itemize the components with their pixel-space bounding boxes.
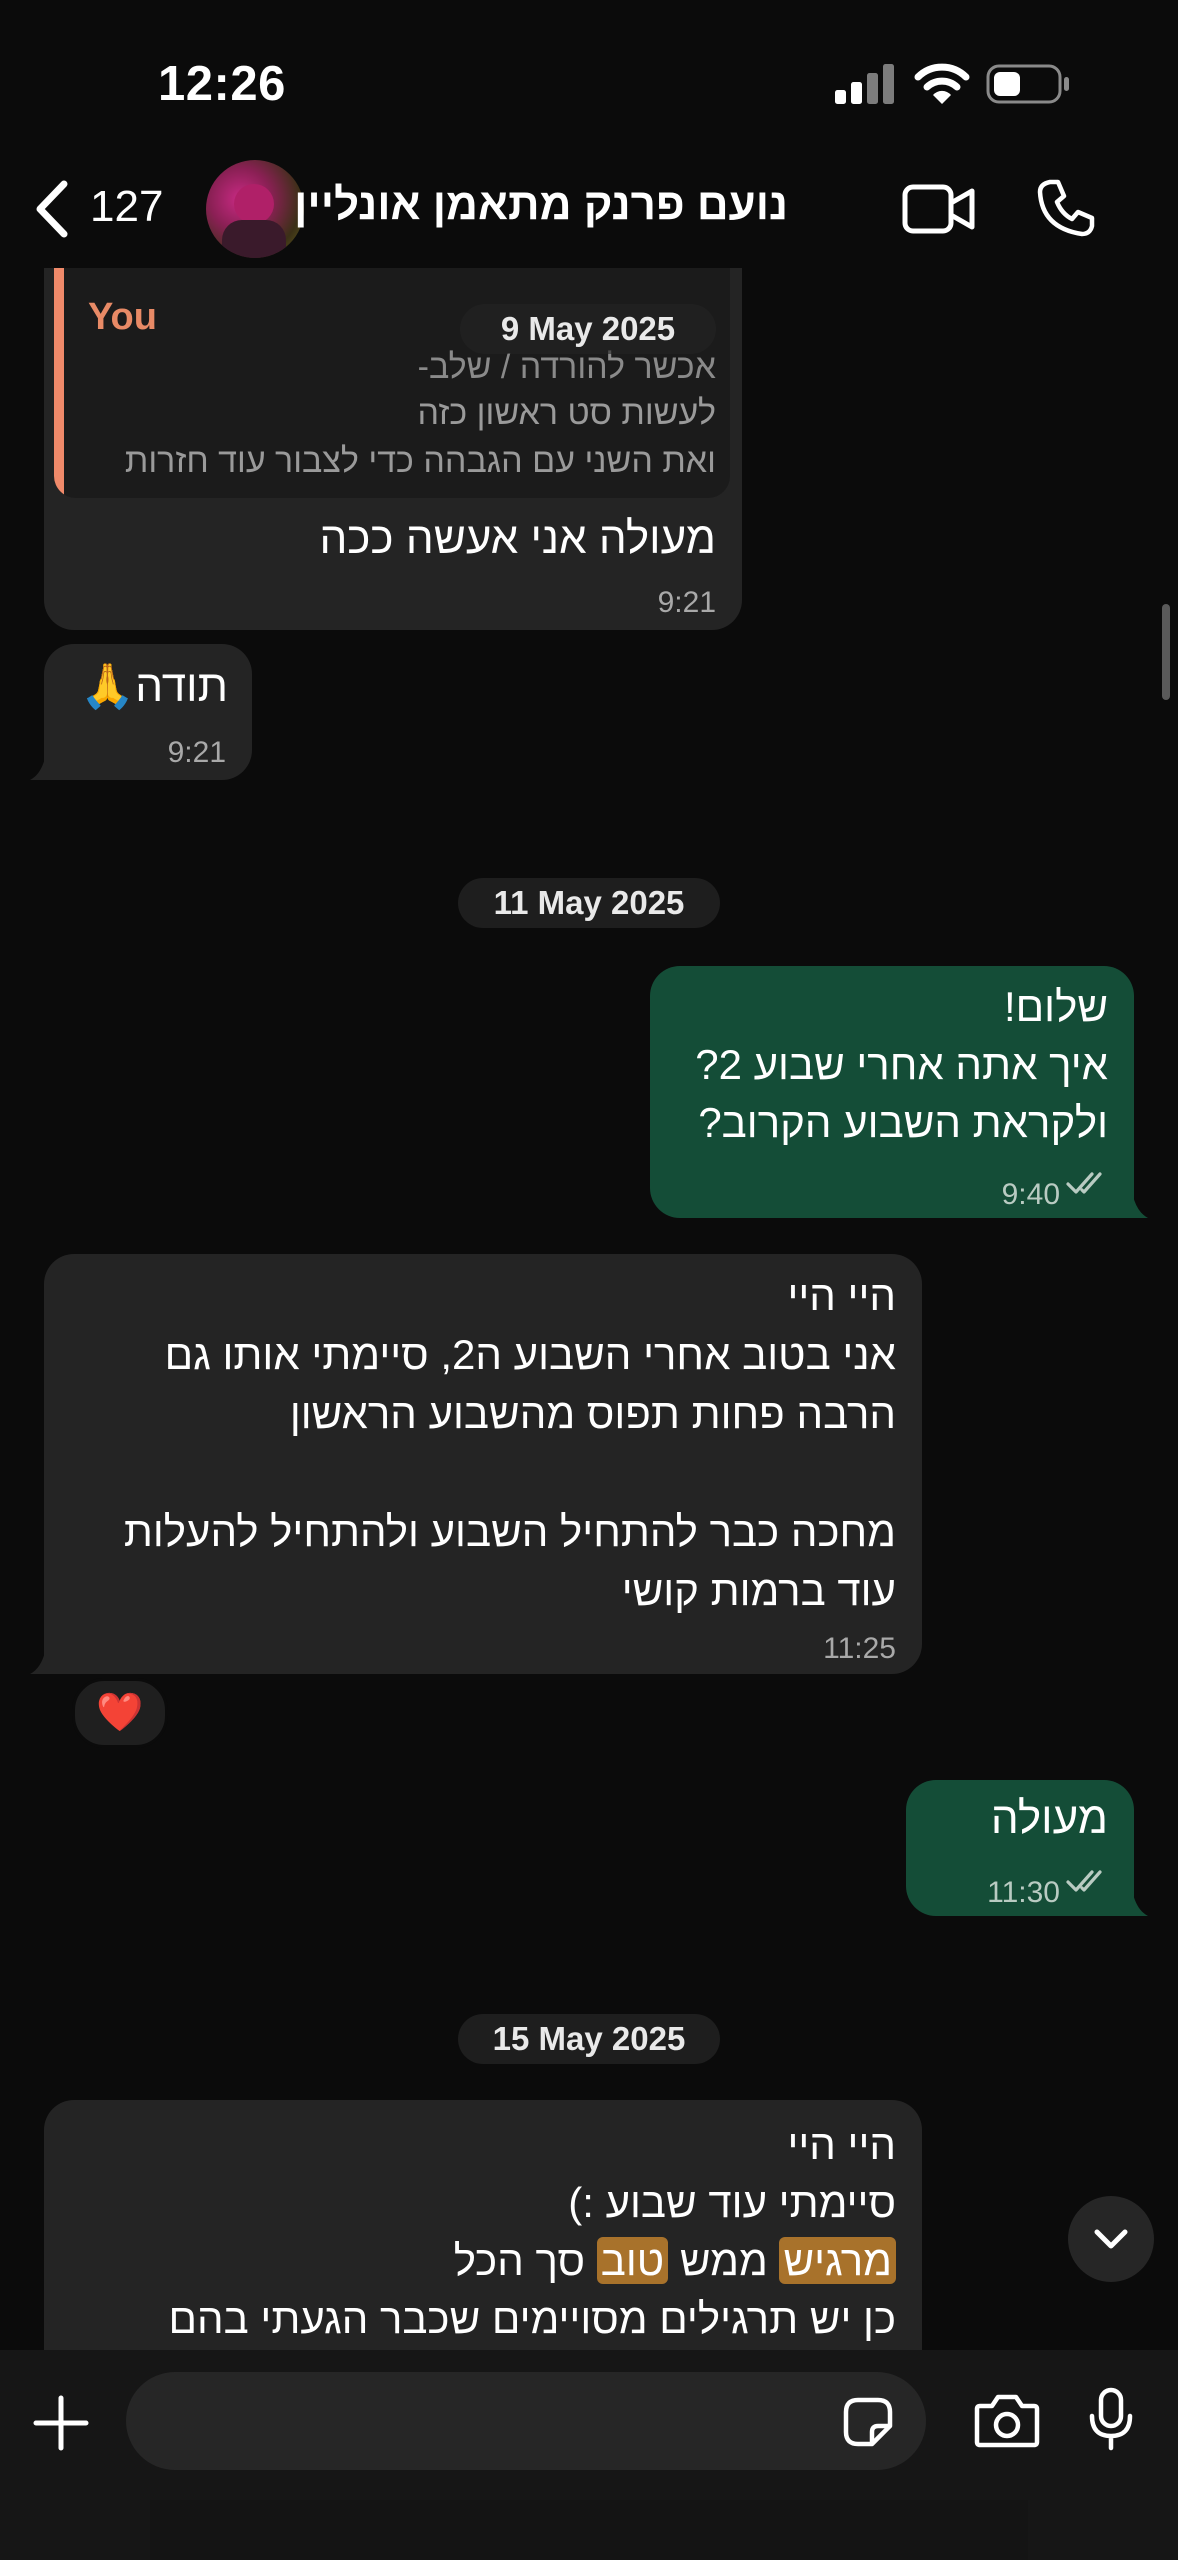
message-text-line: היי היי <box>787 2121 896 2168</box>
search-highlight: מרגיש <box>779 2237 896 2284</box>
message-time: 11:30 <box>987 1876 1060 1909</box>
read-receipt-icon <box>1066 1870 1102 1892</box>
message-time: 9:21 <box>167 736 226 769</box>
battery-icon <box>986 64 1069 104</box>
quote-accent-bar <box>54 268 64 498</box>
message-time: 9:21 <box>657 586 716 619</box>
message-text: מעולה <box>990 1794 1108 1843</box>
back-chevron-icon[interactable] <box>30 178 74 240</box>
phone-call-icon[interactable] <box>1036 178 1096 238</box>
avatar[interactable] <box>206 160 304 258</box>
composer-bar <box>0 2350 1178 2560</box>
date-separator: 15 May 2025 <box>458 2014 720 2064</box>
quoted-message[interactable]: You אכשר להורדה / שלב- לעשות סט ראשון כז… <box>54 268 730 498</box>
message-bubble[interactable]: היי היי סיימתי עוד שבוע :) מרגיש ממש טוב… <box>44 2100 922 2350</box>
text-segment: ממש <box>668 2237 780 2284</box>
bubble-tail <box>1112 1874 1148 1916</box>
message-text: תודה🙏 <box>80 662 228 711</box>
chat-header: 127 נועם פרנק מתאמן אונליין <box>0 150 1178 268</box>
message-input[interactable] <box>126 2372 926 2470</box>
read-receipt-icon <box>1066 1172 1102 1194</box>
wifi-icon <box>914 63 970 104</box>
home-indicator-area <box>150 2500 1028 2560</box>
message-time: 11:25 <box>823 1632 896 1665</box>
video-call-icon[interactable] <box>902 182 976 236</box>
message-text-line: סיימתי עוד שבוע :) <box>568 2179 896 2226</box>
reaction-badge[interactable]: ❤️ <box>72 1678 168 1748</box>
date-separator: 11 May 2025 <box>458 878 720 928</box>
camera-icon[interactable] <box>974 2392 1040 2448</box>
reaction-emoji: ❤️ <box>96 1692 144 1734</box>
message-bubble[interactable]: שלום! איך אתה אחרי שבוע 2? ולקראת השבוע … <box>650 966 1134 1218</box>
contact-name[interactable]: נועם פרנק מתאמן אונליין <box>294 180 788 230</box>
unread-count[interactable]: 127 <box>90 182 163 232</box>
scroll-down-button[interactable] <box>1068 2196 1154 2282</box>
scrollbar[interactable] <box>1162 604 1170 700</box>
message-text-line: מרגיש ממש טוב סך הכל <box>454 2232 896 2290</box>
quote-author: You <box>88 296 157 338</box>
sticker-icon[interactable] <box>842 2396 894 2448</box>
bubble-tail <box>1112 1176 1148 1218</box>
bubble-tail <box>30 1632 66 1674</box>
bubble-tail <box>30 738 66 780</box>
chat-scroll-area[interactable]: You אכשר להורדה / שלב- לעשות סט ראשון כז… <box>0 268 1178 2350</box>
message-text: היי היי אני בטוב אחרי השבוע ה2, סיימתי א… <box>123 1272 896 1614</box>
message-time: 9:40 <box>1001 1178 1060 1211</box>
text-segment: סך הכל <box>453 2237 597 2284</box>
quote-line: ואת השני עם הגבהה כדי לצבור עוד חזרות <box>124 442 716 480</box>
scroll-down-icon <box>1094 2229 1128 2249</box>
message-bubble[interactable]: מעולה 11:30 <box>906 1780 1134 1916</box>
message-text: מעולה אני אעשה ככה <box>319 514 716 563</box>
status-time: 12:26 <box>158 57 286 111</box>
floating-date-pill: 9 May 2025 <box>460 304 716 354</box>
message-text: שלום! איך אתה אחרי שבוע 2? ולקראת השבוע … <box>695 983 1108 1146</box>
plus-icon[interactable] <box>32 2394 90 2452</box>
microphone-icon[interactable] <box>1086 2386 1136 2454</box>
message-text-line: כן יש תרגילים מסויימים שכבר הגעתי בהם <box>168 2295 896 2342</box>
message-bubble[interactable]: היי היי אני בטוב אחרי השבוע ה2, סיימתי א… <box>44 1254 922 1674</box>
signal-icon <box>835 64 894 104</box>
message-bubble[interactable]: תודה🙏 9:21 <box>44 644 252 780</box>
search-highlight: טוב <box>596 2237 669 2284</box>
